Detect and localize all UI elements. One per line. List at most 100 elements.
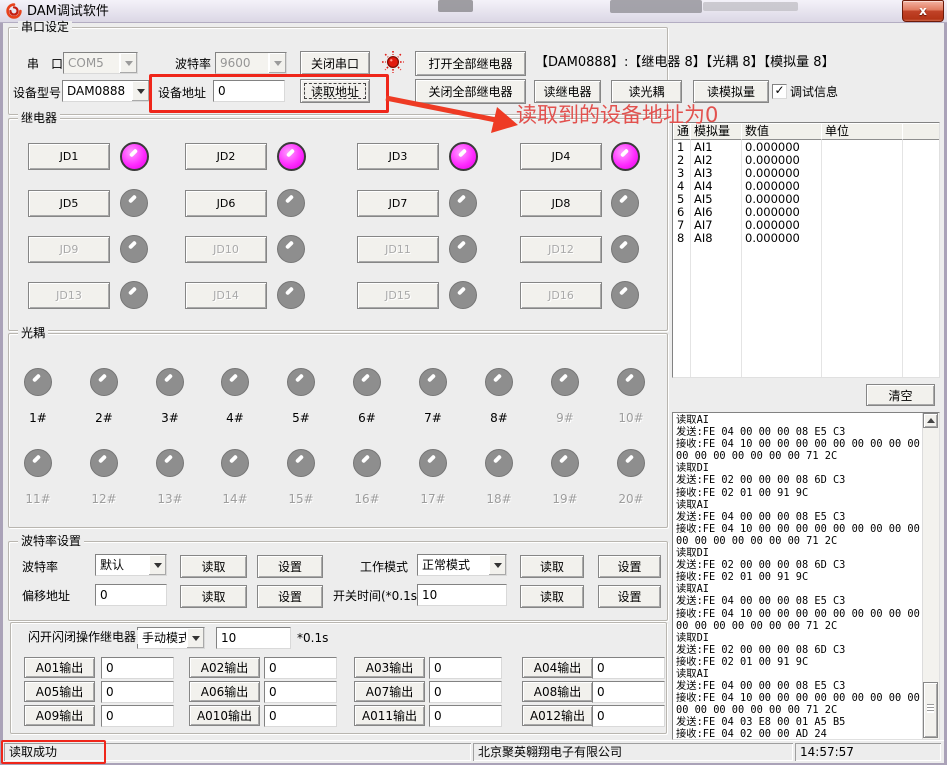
relay-button-jd12[interactable]: JD12	[520, 236, 602, 263]
table-row[interactable]: 4AI40.000000	[673, 180, 939, 193]
output-button-A02[interactable]: A02输出	[189, 657, 260, 678]
offset-set-button[interactable]: 设置	[257, 585, 323, 608]
relay-led-jd6	[277, 189, 305, 217]
output-input-A04[interactable]: 0	[592, 657, 665, 679]
scroll-up-icon[interactable]	[923, 413, 938, 428]
relay-button-jd14[interactable]: JD14	[185, 282, 267, 309]
switch-time-read-button[interactable]: 读取	[520, 585, 584, 608]
table-cell: AI5	[690, 193, 745, 206]
log-scrollbar[interactable]	[922, 413, 939, 739]
output-button-A07[interactable]: A07输出	[354, 681, 425, 702]
output-button-A06[interactable]: A06输出	[189, 681, 260, 702]
workmode-read-button[interactable]: 读取	[520, 555, 584, 578]
opto-led-14#	[221, 449, 249, 477]
opto-label-5#: 5#	[281, 411, 321, 425]
output-input-A07[interactable]: 0	[429, 681, 502, 703]
switch-time-input[interactable]: 10	[417, 584, 507, 606]
opto-label-14#: 14#	[215, 492, 255, 506]
opto-led-16#	[353, 449, 381, 477]
analog-table[interactable]: 通模拟量数值单位1AI10.0000002AI20.0000003AI30.00…	[672, 122, 940, 378]
relay-button-jd6[interactable]: JD6	[185, 190, 267, 217]
output-input-A08[interactable]: 0	[592, 681, 665, 703]
scrollbar-thumb[interactable]	[923, 682, 938, 738]
switch-time-label: 开关时间(*0.1s)	[333, 589, 422, 603]
flash-time-input[interactable]: 10	[216, 627, 291, 649]
output-input-A012[interactable]: 0	[592, 705, 665, 727]
output-button-A04[interactable]: A04输出	[522, 657, 593, 678]
output-input-A011[interactable]: 0	[429, 705, 502, 727]
debug-log[interactable]: 读取AI 发送:FE 04 00 00 00 08 E5 C3 接收:FE 04…	[672, 412, 940, 740]
relay-button-jd4[interactable]: JD4	[520, 143, 602, 170]
opto-label-10#: 10#	[611, 411, 651, 425]
device-address-label: 设备地址	[158, 86, 206, 100]
offset-address-label: 偏移地址	[22, 589, 70, 603]
table-row[interactable]: 6AI60.000000	[673, 206, 939, 219]
relay-button-jd13[interactable]: JD13	[28, 282, 110, 309]
opto-led-19#	[551, 449, 579, 477]
analog-col-header[interactable]: 数值	[741, 123, 822, 140]
relay-led-jd9	[120, 235, 148, 263]
baud-label: 波特率	[175, 57, 211, 71]
output-input-A01[interactable]: 0	[101, 657, 174, 679]
output-input-A03[interactable]: 0	[429, 657, 502, 679]
relay-button-jd2[interactable]: JD2	[185, 143, 267, 170]
baud-settings-group	[8, 541, 668, 621]
output-input-A09[interactable]: 0	[101, 705, 174, 727]
table-cell: 0.000000	[741, 219, 825, 232]
output-button-A012[interactable]: A012输出	[522, 705, 593, 726]
flash-mode-combobox[interactable]: 手动模式	[137, 627, 205, 649]
output-input-A05[interactable]: 0	[101, 681, 174, 703]
relay-button-jd8[interactable]: JD8	[520, 190, 602, 217]
table-row[interactable]: 1AI10.000000	[673, 141, 939, 154]
baudrate-read-button[interactable]: 读取	[180, 555, 247, 578]
output-button-A09[interactable]: A09输出	[24, 705, 95, 726]
table-row[interactable]: 8AI80.000000	[673, 232, 939, 245]
workmode-set-button[interactable]: 设置	[598, 555, 661, 578]
workmode-combobox[interactable]: 正常模式	[417, 554, 507, 576]
relay-button-jd9[interactable]: JD9	[28, 236, 110, 263]
model-combobox[interactable]: DAM0888	[62, 80, 150, 102]
relay-button-jd15[interactable]: JD15	[357, 282, 439, 309]
output-button-A03[interactable]: A03输出	[354, 657, 425, 678]
debug-info-checkbox[interactable]: ✓	[772, 84, 787, 99]
read-address-button[interactable]: 读取地址	[300, 79, 370, 103]
relay-button-jd3[interactable]: JD3	[357, 143, 439, 170]
device-address-input[interactable]: 0	[213, 80, 285, 102]
output-input-A02[interactable]: 0	[264, 657, 337, 679]
relay-button-jd1[interactable]: JD1	[28, 143, 110, 170]
relay-button-jd7[interactable]: JD7	[357, 190, 439, 217]
table-row[interactable]: 3AI30.000000	[673, 167, 939, 180]
offset-address-input[interactable]: 0	[95, 584, 167, 606]
baudrate-combobox[interactable]: 默认	[95, 554, 167, 576]
close-button[interactable]: x	[902, 0, 944, 22]
output-button-A08[interactable]: A08输出	[522, 681, 593, 702]
baudrate-set-button[interactable]: 设置	[257, 555, 323, 578]
output-button-A05[interactable]: A05输出	[24, 681, 95, 702]
relay-button-jd10[interactable]: JD10	[185, 236, 267, 263]
open-all-relays-button[interactable]: 打开全部继电器	[415, 51, 526, 76]
output-input-A06[interactable]: 0	[264, 681, 337, 703]
close-serial-button[interactable]: 关闭串口	[300, 51, 370, 75]
output-button-A01[interactable]: A01输出	[24, 657, 95, 678]
table-row[interactable]: 5AI50.000000	[673, 193, 939, 206]
table-row[interactable]: 7AI70.000000	[673, 219, 939, 232]
output-input-A010[interactable]: 0	[264, 705, 337, 727]
relay-button-jd5[interactable]: JD5	[28, 190, 110, 217]
offset-read-button[interactable]: 读取	[180, 585, 247, 608]
output-button-A010[interactable]: A010输出	[189, 705, 260, 726]
opto-led-2#	[90, 368, 118, 396]
opto-label-9#: 9#	[545, 411, 585, 425]
relay-button-jd16[interactable]: JD16	[520, 282, 602, 309]
app-window: DAM调试软件 x 串口设定 串 口 COM5 波特率 9600 关闭串口 打开…	[0, 0, 947, 765]
baudrate-value: 默认	[100, 557, 124, 573]
output-button-A011[interactable]: A011输出	[354, 705, 425, 726]
title-bar[interactable]: DAM调试软件 x	[0, 0, 947, 23]
analog-col-header[interactable]	[902, 123, 940, 140]
read-analog-button[interactable]: 读模拟量	[693, 80, 769, 103]
table-row[interactable]: 2AI20.000000	[673, 154, 939, 167]
analog-col-header[interactable]: 单位	[821, 123, 903, 140]
clear-log-button[interactable]: 清空	[866, 384, 935, 406]
relay-button-jd11[interactable]: JD11	[357, 236, 439, 263]
read-opto-button[interactable]: 读光耦	[611, 80, 682, 103]
switch-time-set-button[interactable]: 设置	[598, 585, 661, 608]
